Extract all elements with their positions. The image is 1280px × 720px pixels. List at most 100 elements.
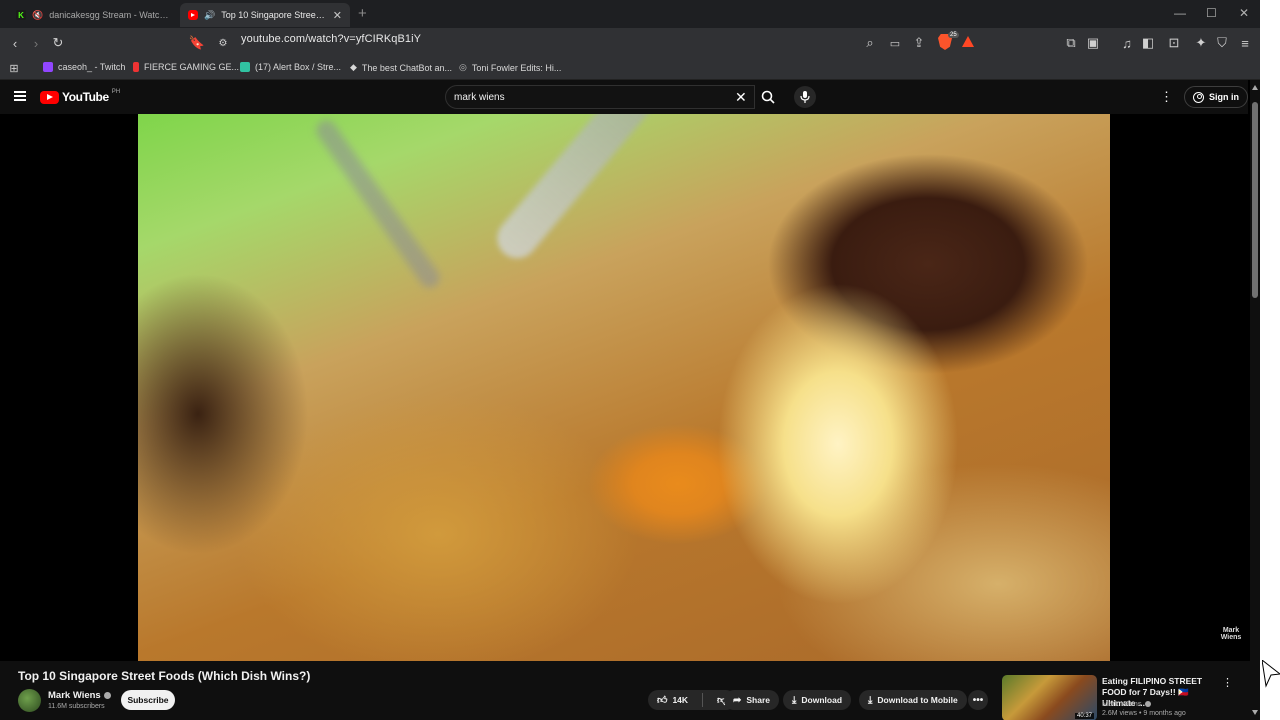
globe-icon: ◎	[459, 62, 467, 72]
subscriber-count: 11.6M subscribers	[48, 703, 105, 710]
sidebar-icon[interactable]: ◧	[1139, 34, 1157, 52]
wallet-icon[interactable]: ▣	[1084, 34, 1102, 52]
channel-watermark[interactable]: Mark Wiens	[1219, 627, 1243, 641]
muted-speaker-icon[interactable]: 🔇	[32, 10, 43, 21]
close-window-icon[interactable]: ✕	[1239, 6, 1249, 20]
recommended-channel[interactable]: Mark Wiens	[1102, 699, 1151, 708]
menu-icon[interactable]: ≡	[1236, 34, 1254, 52]
zoom-icon[interactable]: ⌕	[861, 34, 879, 52]
bookmark-label: FIERCE GAMING GE...	[144, 62, 240, 72]
streamlabs-icon	[240, 62, 250, 72]
shields-count-badge: 25	[948, 32, 959, 38]
clear-search-icon[interactable]: ✕	[735, 89, 747, 106]
browser-toolbar: ‹ › ↻ 🔖 ⚙ youtube.com/watch?v=yfCIRKqB1i…	[0, 28, 1260, 58]
youtube-icon	[188, 10, 198, 20]
new-tab-button[interactable]: +	[358, 5, 367, 22]
shield-icon[interactable]: ⛉	[1213, 34, 1231, 52]
mouse-cursor-icon	[1262, 660, 1280, 688]
video-metadata: Top 10 Singapore Street Foods (Which Dis…	[0, 661, 1260, 720]
settings-kebab-icon[interactable]: ⋮	[1160, 89, 1173, 105]
voice-search-button[interactable]	[794, 86, 816, 108]
scroll-down-arrow-icon[interactable]	[1252, 710, 1258, 715]
search-input[interactable]: mark wiens ✕	[445, 85, 755, 109]
youtube-play-icon	[40, 90, 59, 104]
recommended-views: 2.6M views • 9 months ago	[1102, 710, 1186, 717]
channel-avatar[interactable]	[18, 689, 41, 712]
vpn-icon[interactable]: ⊡	[1165, 34, 1183, 52]
video-frame-detail	[489, 114, 687, 267]
sign-in-button[interactable]: Sign in	[1184, 86, 1248, 108]
bookmark-item[interactable]: ◆ The best ChatBot an...	[350, 62, 452, 73]
bookmark-label: The best ChatBot an...	[361, 62, 452, 73]
tab-title: Top 10 Singapore Street Foods	[221, 10, 327, 20]
tab-title: danicakesgg Stream - Watch Live	[49, 10, 170, 20]
forward-icon[interactable]: ›	[27, 34, 45, 52]
like-count: 14K	[672, 695, 689, 705]
guide-menu-icon[interactable]	[14, 91, 26, 101]
minimize-icon[interactable]: —	[1174, 6, 1186, 20]
share-button[interactable]: ➦ Share	[724, 690, 780, 710]
thumbs-up-icon: 👍︎	[657, 695, 668, 706]
reload-icon[interactable]: ↻	[49, 34, 67, 52]
like-dislike-group: 👍︎ 14K 👎︎	[648, 690, 737, 710]
brave-rewards-icon[interactable]	[962, 36, 974, 47]
download-mobile-label: Download to Mobile	[877, 695, 958, 705]
bookmark-label: Toni Fowler Edits: Hi...	[471, 62, 562, 73]
site-info-icon[interactable]: ⚙	[214, 34, 232, 52]
back-icon[interactable]: ‹	[6, 34, 24, 52]
verified-icon	[1144, 700, 1151, 707]
apps-grid-icon[interactable]: ⊞	[5, 59, 23, 77]
download-icon: ⤓	[868, 694, 873, 706]
share-label: Share	[746, 695, 771, 705]
maximize-icon[interactable]: ☐	[1206, 6, 1217, 20]
extensions-icon[interactable]: ⧉	[1062, 34, 1080, 52]
download-icon: ⤓	[792, 694, 797, 706]
scroll-up-arrow-icon[interactable]	[1252, 85, 1258, 90]
leo-ai-icon[interactable]: ✦	[1192, 34, 1210, 52]
more-horizontal-icon: •••	[972, 694, 984, 706]
verified-icon	[103, 692, 111, 699]
media-icon[interactable]: ♫	[1118, 34, 1136, 52]
bookmark-item[interactable]: caseoh_ - Twitch	[43, 62, 125, 72]
youtube-logo[interactable]: YouTube PH	[40, 89, 120, 104]
cast-icon[interactable]: ▭	[886, 34, 904, 52]
tab-kick-stream[interactable]: K 🔇 danicakesgg Stream - Watch Live	[8, 3, 178, 27]
download-label: Download	[801, 695, 843, 705]
diamond-icon: ◆	[350, 62, 357, 72]
bookmark-icon[interactable]: 🔖	[188, 34, 206, 52]
download-to-mobile-button[interactable]: ⤓ Download to Mobile	[859, 690, 967, 710]
download-button[interactable]: ⤓ Download	[783, 690, 852, 710]
recommended-channel-name: Mark Wiens	[1102, 699, 1142, 708]
video-duration: 40:37	[1074, 713, 1094, 719]
share-page-icon[interactable]: ⇪	[910, 34, 928, 52]
channel-name-link[interactable]: Mark Wiens	[48, 690, 111, 701]
youtube-wordmark: YouTube	[62, 90, 109, 104]
share-arrow-icon: ➦	[733, 694, 742, 706]
video-player[interactable]	[138, 114, 1110, 661]
search-query-text: mark wiens	[454, 92, 505, 103]
page-scrollbar[interactable]	[1250, 80, 1260, 720]
kick-icon: K	[16, 10, 26, 20]
desktop-edge	[1260, 0, 1280, 720]
tab-youtube-video[interactable]: 🔊 Top 10 Singapore Street Foods ✕	[180, 3, 350, 27]
divider	[702, 693, 704, 707]
youtube-header: YouTube PH mark wiens ✕ ⋮ Sign in	[0, 80, 1248, 114]
bookmark-label: (17) Alert Box / Stre...	[255, 62, 342, 72]
scrollbar-thumb[interactable]	[1252, 102, 1258, 298]
like-button[interactable]: 👍︎ 14K	[648, 690, 697, 710]
recommended-thumbnail[interactable]: 40:37	[1002, 675, 1097, 720]
bookmark-item[interactable]: (17) Alert Box / Stre...	[240, 62, 341, 72]
subscribe-button[interactable]: Subscribe	[121, 690, 175, 710]
video-title: Top 10 Singapore Street Foods (Which Dis…	[18, 669, 311, 683]
microphone-icon	[800, 91, 810, 103]
bookmarks-bar: ⊞ caseoh_ - Twitch FIERCE GAMING GE... (…	[0, 58, 1260, 80]
close-tab-icon[interactable]: ✕	[333, 9, 342, 22]
recommended-menu-icon[interactable]: ⋮	[1222, 676, 1233, 689]
search-button[interactable]	[755, 85, 781, 109]
speaker-icon[interactable]: 🔊	[204, 10, 215, 21]
more-actions-button[interactable]: •••	[968, 690, 988, 710]
account-icon	[1193, 91, 1204, 103]
bookmark-item[interactable]: FIERCE GAMING GE...	[133, 62, 239, 72]
bookmark-item[interactable]: ◎ Toni Fowler Edits: Hi...	[459, 62, 561, 73]
address-bar[interactable]: youtube.com/watch?v=yfCIRKqB1iY	[241, 33, 421, 45]
